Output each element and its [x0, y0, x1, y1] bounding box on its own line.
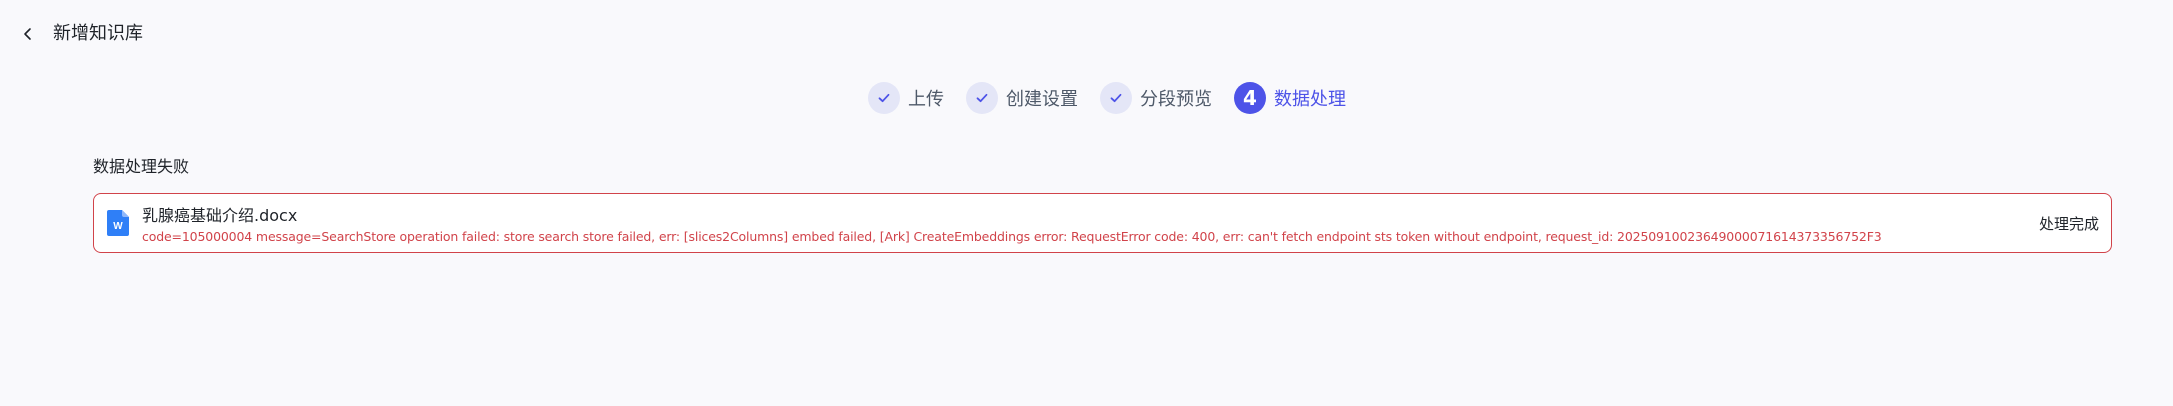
- step-upload[interactable]: 上传: [868, 82, 944, 114]
- status-text: 处理完成: [2038, 215, 2099, 233]
- file-item: W 乳腺癌基础介绍.docx code=105000004 message=Se…: [93, 193, 2112, 253]
- step-segment-preview[interactable]: 分段预览: [1100, 82, 1212, 114]
- check-icon: [976, 93, 988, 103]
- chevron-left-icon: [24, 28, 31, 40]
- page: 新增知识库 上传 创建设置 分段预览 4 数据处理 数据处理失败 W 乳腺癌基础…: [0, 0, 2173, 406]
- step-done-circle: [868, 82, 900, 114]
- step-data-processing[interactable]: 4 数据处理: [1234, 82, 1346, 114]
- check-icon: [1110, 93, 1122, 103]
- section-title: 数据处理失败: [93, 157, 190, 176]
- step-indicator: 上传 创建设置 分段预览 4 数据处理: [868, 82, 1346, 114]
- word-doc-icon-letter: W: [113, 221, 123, 232]
- file-name: 乳腺癌基础介绍.docx: [142, 206, 298, 225]
- step-done-circle: [966, 82, 998, 114]
- check-icon: [878, 93, 890, 103]
- error-message: code=105000004 message=SearchStore opera…: [142, 229, 1882, 244]
- step-create-settings[interactable]: 创建设置: [966, 82, 1078, 114]
- step-number-circle: 4: [1234, 82, 1266, 114]
- step-label: 数据处理: [1274, 89, 1346, 110]
- step-label: 创建设置: [1006, 89, 1078, 110]
- word-doc-icon: W: [107, 210, 129, 236]
- step-label: 分段预览: [1140, 89, 1212, 110]
- step-done-circle: [1100, 82, 1132, 114]
- back-button[interactable]: [16, 22, 40, 46]
- page-title: 新增知识库: [53, 23, 143, 44]
- step-label: 上传: [908, 89, 944, 110]
